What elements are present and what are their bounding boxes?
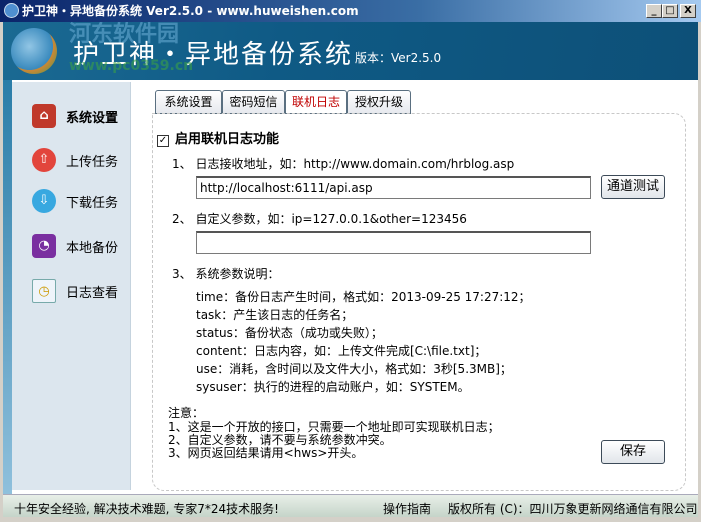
sidebar-item-label: 上传任务 [66, 154, 119, 170]
sidebar-item-upload-tasks[interactable]: ⇧ 上传任务 [32, 146, 118, 174]
checkbox-icon[interactable]: ✓ [157, 135, 169, 147]
tab-license-upgrade[interactable]: 授权升级 [347, 90, 411, 114]
channel-test-button[interactable]: 通道测试 [601, 175, 665, 199]
sidebar-item-local-backup[interactable]: ◔ 本地备份 [32, 232, 118, 260]
status-slogan: 十年安全经验, 解决技术难题, 专家7*24技术服务! [14, 502, 279, 516]
app-icon [4, 3, 19, 18]
title-bar: 护卫神・异地备份系统 Ver2.5.0 - www.huweishen.com … [0, 0, 701, 22]
sidebar-item-log-view[interactable]: ◷ 日志查看 [32, 277, 118, 305]
sidebar-strip [3, 80, 12, 494]
log-icon: ◷ [32, 279, 56, 303]
custom-param-label: 2、 自定义参数，如：ip=127.0.0.1&other=123456 [172, 212, 467, 226]
param-desc: use：消耗，含时间以及文件大小，格式如：3秒[5.3MB]； [196, 362, 512, 376]
logo-icon [11, 28, 57, 74]
watermark-url: www.pc0359.cn [69, 58, 194, 74]
param-desc: content：日志内容，如：上传文件完成[C:\file.txt]； [196, 344, 487, 358]
minimize-button[interactable]: _ [646, 4, 662, 18]
sidebar: ⌂ 系统设置 ⇧ 上传任务 ⇩ 下载任务 ◔ 本地备份 ◷ 日志查看 [12, 82, 131, 490]
sidebar-item-label: 日志查看 [66, 285, 119, 301]
sidebar-item-label: 本地备份 [66, 240, 119, 256]
note-line: 3、网页返回结果请用<hws>开头。 [168, 446, 364, 460]
save-button[interactable]: 保存 [601, 440, 665, 464]
copyright-text: 版权所有 (C)：四川万象更新网络通信有限公司 [448, 502, 698, 516]
enable-log-label: 启用联机日志功能 [175, 132, 280, 147]
sidebar-item-label: 下载任务 [66, 195, 119, 211]
param-desc: status：备份状态（成功或失败）； [196, 326, 383, 340]
sidebar-item-system-settings[interactable]: ⌂ 系统设置 [32, 102, 118, 130]
window-title: 护卫神・异地备份系统 Ver2.5.0 - www.huweishen.com [22, 4, 359, 18]
log-url-label: 1、 日志接收地址，如：http://www.domain.com/hrblog… [172, 157, 515, 171]
tab-online-log[interactable]: 联机日志 [285, 90, 347, 114]
log-url-input[interactable] [196, 176, 591, 199]
upload-icon: ⇧ [32, 148, 56, 172]
param-desc: task：产生该日志的任务名； [196, 308, 354, 322]
system-params-heading: 3、 系统参数说明： [172, 267, 280, 281]
param-desc: time：备份日志产生时间，格式如：2013-09-25 17:27:12； [196, 290, 531, 304]
app-header: 河东软件园 护卫神・异地备份系统 www.pc0359.cn 版本：Ver2.5… [3, 22, 698, 80]
param-desc: sysuser：执行的进程的启动账户，如：SYSTEM。 [196, 380, 470, 394]
home-icon: ⌂ [32, 104, 56, 128]
enable-log-checkbox[interactable]: ✓ 启用联机日志功能 [157, 128, 279, 147]
close-button[interactable]: X [680, 4, 696, 18]
tab-password-sms[interactable]: 密码短信 [222, 90, 285, 114]
sidebar-item-download-tasks[interactable]: ⇩ 下载任务 [32, 187, 118, 215]
sidebar-item-label: 系统设置 [66, 110, 119, 126]
version-label: 版本：Ver2.5.0 [355, 51, 442, 65]
custom-param-input[interactable] [196, 231, 591, 254]
status-bar: 十年安全经验, 解决技术难题, 专家7*24技术服务! 操作指南 版权所有 (C… [3, 494, 698, 517]
maximize-button[interactable]: □ [662, 4, 678, 18]
local-backup-icon: ◔ [32, 234, 56, 258]
guide-link[interactable]: 操作指南 [383, 500, 431, 517]
tab-system-settings[interactable]: 系统设置 [155, 90, 222, 114]
download-icon: ⇩ [32, 189, 56, 213]
